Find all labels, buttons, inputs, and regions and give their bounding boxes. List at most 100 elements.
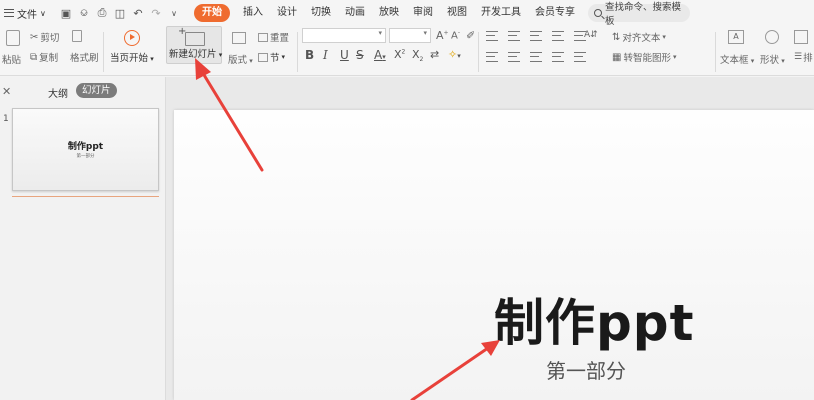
undo-icon[interactable]: ↶ <box>132 7 144 20</box>
file-menu-label: 文件 <box>17 9 37 21</box>
bold-icon[interactable]: B <box>305 48 314 62</box>
tab-animation[interactable]: 动画 <box>338 4 372 22</box>
preview-icon[interactable]: ◫ <box>114 7 126 20</box>
paste-label: 粘贴 <box>2 55 22 66</box>
file-menu[interactable]: 文件 ∨ <box>0 6 56 21</box>
italic-icon[interactable]: I <box>323 48 328 62</box>
chevron-down-icon: ▾ <box>423 29 427 37</box>
command-search[interactable]: 查找命令、搜索模板 <box>588 2 690 27</box>
textbox-button[interactable]: 文本框 ▾ <box>720 52 754 66</box>
shape-icon <box>765 30 779 44</box>
undo-history-icon[interactable]: ⎉ <box>78 6 90 20</box>
align-left-icon[interactable] <box>486 52 498 62</box>
smart-art-button[interactable]: ▦ 转智能图形 ▾ <box>612 50 676 65</box>
format-painter-button[interactable]: 格式刷 <box>70 50 99 64</box>
layout-button[interactable]: 版式 ▾ <box>228 52 253 66</box>
shape-button[interactable]: 形状 ▾ <box>760 52 785 66</box>
strikethrough-icon[interactable]: S <box>356 48 364 62</box>
tab-home[interactable]: 开始 <box>194 4 230 22</box>
slide-title[interactable]: 制作ppt <box>494 283 694 355</box>
chevron-down-icon: ∨ <box>40 8 46 18</box>
text-direction-icon[interactable]: A⇵ <box>584 30 598 40</box>
cut-button[interactable]: ✂ 剪切 <box>30 30 60 45</box>
tab-insert[interactable]: 插入 <box>236 4 270 22</box>
format-painter-icon[interactable] <box>72 30 82 45</box>
numbered-list-icon[interactable] <box>508 31 520 41</box>
ribbon-toolbar: 粘贴 ✂ 剪切 ⧉ 复制 格式刷 当页开始 ▾ 新建幻灯片 ▾ 版式 ▾ 重置 … <box>0 26 814 76</box>
redo-icon[interactable]: ↷ <box>150 7 162 20</box>
tab-review[interactable]: 审阅 <box>406 4 440 22</box>
increase-font-icon[interactable]: A+ <box>436 29 449 42</box>
increase-indent-icon[interactable] <box>552 31 564 41</box>
reset-icon <box>258 32 268 42</box>
reset-button[interactable]: 重置 <box>258 30 289 44</box>
divider <box>103 32 104 72</box>
scissors-icon: ✂ <box>30 31 39 43</box>
slide-thumbnail[interactable]: 制作ppt 第一部分 <box>12 108 159 191</box>
font-color-icon[interactable]: A▾ <box>374 48 386 62</box>
arrange-button[interactable]: ☰ 排 <box>794 50 813 64</box>
thumbnail-title: 制作ppt <box>67 142 104 152</box>
align-center-icon[interactable] <box>508 52 520 62</box>
paste-button[interactable] <box>6 30 20 46</box>
align-text-label: 对齐文本 <box>622 33 661 44</box>
decrease-font-icon[interactable]: A- <box>451 29 460 41</box>
ribbon-tabs: 开始 插入 设计 切换 动画 放映 审阅 视图 开发工具 会员专享 <box>194 4 582 22</box>
textbox-label: 文本框 <box>720 55 749 66</box>
bullet-list-icon[interactable] <box>486 31 498 41</box>
thumbnail-subtitle: 第一部分 <box>76 154 95 159</box>
clear-format-icon[interactable]: ✐ <box>466 29 475 42</box>
subscript-icon[interactable]: X2 <box>412 48 423 63</box>
divider <box>297 32 298 72</box>
align-right-icon[interactable] <box>530 52 542 62</box>
tab-slideshow[interactable]: 放映 <box>372 4 406 22</box>
layers-icon: ☰ <box>794 52 803 62</box>
slide-subtitle[interactable]: 第一部分 <box>546 355 626 384</box>
new-slide-button[interactable]: 新建幻灯片 ▾ <box>166 26 222 64</box>
command-search-placeholder: 查找命令、搜索模板 <box>604 2 681 27</box>
arrange-icon <box>794 30 808 44</box>
align-text-button[interactable]: ⇅ 对齐文本 ▾ <box>612 30 666 45</box>
font-size-select[interactable]: ▾ <box>389 28 431 43</box>
tab-slides[interactable]: 幻灯片 <box>76 83 117 98</box>
tab-view[interactable]: 视图 <box>440 4 474 22</box>
tab-member[interactable]: 会员专享 <box>528 4 582 22</box>
print-icon[interactable]: ⎙ <box>96 6 108 20</box>
underline-icon[interactable]: U <box>340 48 349 62</box>
smart-art-icon: ▦ <box>612 51 622 63</box>
superscript-icon[interactable]: X2 <box>394 48 405 61</box>
layout-label: 版式 <box>228 55 248 66</box>
tab-developer[interactable]: 开发工具 <box>474 4 528 22</box>
from-current-button[interactable]: 当页开始 ▾ <box>110 50 154 64</box>
slide-panel: ✕ 大纲 幻灯片 1 制作ppt 第一部分 <box>0 77 166 400</box>
divider <box>478 32 479 72</box>
decrease-indent-icon[interactable] <box>530 31 542 41</box>
search-icon <box>594 9 602 17</box>
copy-icon: ⧉ <box>30 51 38 63</box>
shape-label: 形状 <box>760 55 780 66</box>
save-icon[interactable]: ▣ <box>60 7 72 20</box>
character-spacing-icon[interactable]: ⇄ <box>430 48 439 61</box>
copy-button[interactable]: ⧉ 复制 <box>30 50 58 65</box>
chevron-down-icon: ▾ <box>378 29 382 37</box>
distribute-icon[interactable] <box>574 52 586 62</box>
align-text-icon: ⇅ <box>612 31 621 43</box>
clipboard-icon <box>6 30 20 46</box>
menu-icon <box>4 9 14 17</box>
collapse-panel-icon[interactable]: ✕ <box>2 85 11 98</box>
tab-design[interactable]: 设计 <box>270 4 304 22</box>
font-family-select[interactable]: ▾ <box>302 28 386 43</box>
slide[interactable]: 制作ppt 第一部分 <box>174 110 814 400</box>
tab-transition[interactable]: 切换 <box>304 4 338 22</box>
section-label: 节 <box>270 53 280 64</box>
slide-number: 1 <box>3 114 9 124</box>
justify-icon[interactable] <box>552 52 564 62</box>
quick-access-toolbar: ▣ ⎉ ⎙ ◫ ↶ ↷ ∨ <box>56 6 180 20</box>
new-slide-label: 新建幻灯片 <box>169 49 217 60</box>
new-slide-icon <box>178 26 205 46</box>
highlight-icon[interactable]: ✧▾ <box>448 48 461 61</box>
cut-label: 剪切 <box>40 33 60 44</box>
customize-icon[interactable]: ∨ <box>168 9 180 18</box>
section-button[interactable]: 节 ▾ <box>258 50 285 64</box>
tab-outline[interactable]: 大纲 <box>48 85 68 100</box>
